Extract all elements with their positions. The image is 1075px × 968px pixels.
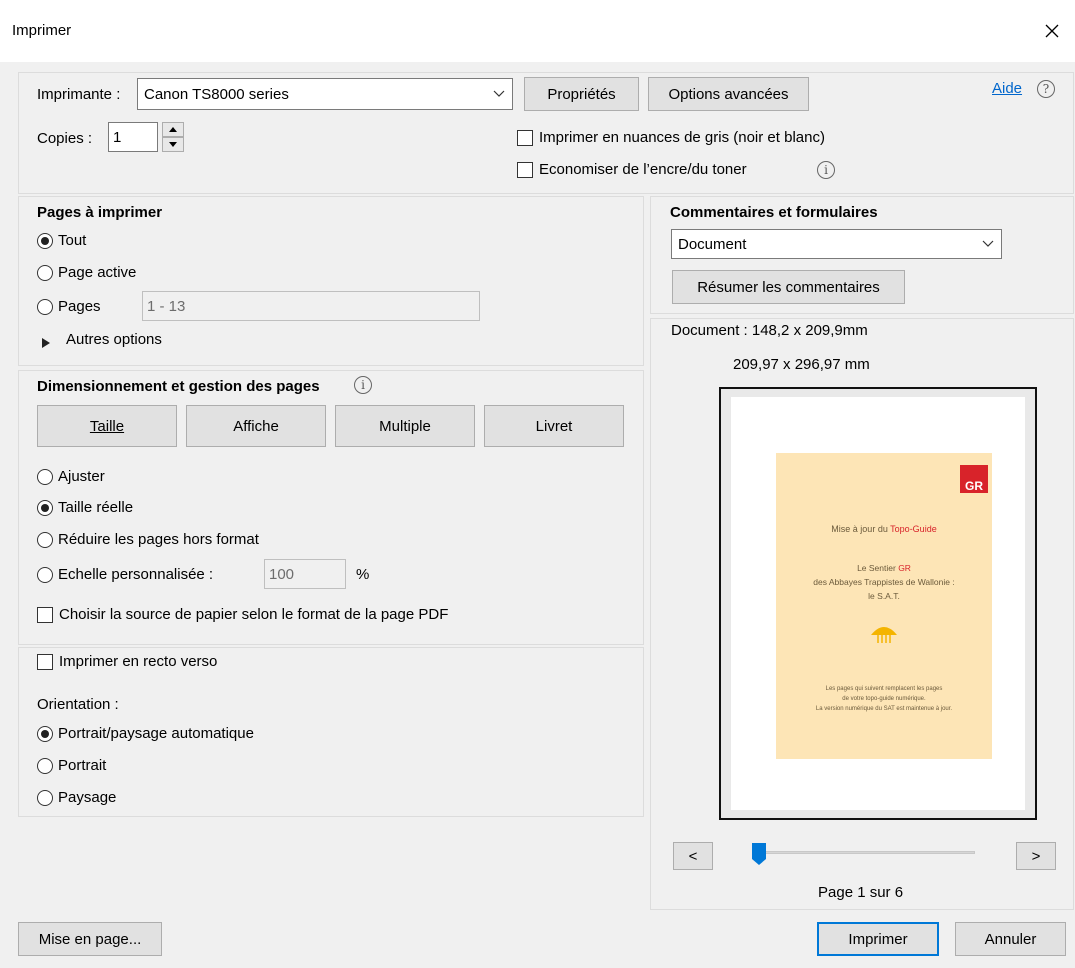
chevron-down-icon — [975, 230, 1001, 258]
orientation-auto-radio[interactable] — [37, 726, 53, 742]
preview-page-content: GR Mise à jour du Topo-Guide Le Sentier … — [776, 453, 992, 759]
arrow-down-icon — [169, 142, 177, 147]
advanced-options-button[interactable]: Options avancées — [648, 77, 809, 111]
orientation-landscape-radio[interactable] — [37, 790, 53, 806]
paper-source-label: Choisir la source de papier selon le for… — [59, 606, 449, 623]
size-tab-button[interactable]: Taille — [37, 405, 177, 447]
pages-current-radio[interactable] — [37, 265, 53, 281]
poster-tab-button[interactable]: Affiche — [186, 405, 326, 447]
preview-footer2: de votre topo-guide numérique. — [842, 696, 926, 702]
copies-label: Copies : — [37, 130, 93, 147]
orientation-auto-label: Portrait/paysage automatique — [58, 725, 254, 742]
pages-range-radio[interactable] — [37, 299, 53, 315]
page-setup-button[interactable]: Mise en page... — [18, 922, 162, 956]
actual-size-label: Taille réelle — [58, 499, 134, 516]
pages-range-value: 1 - 13 — [147, 297, 186, 315]
sun-emblem-icon — [869, 621, 899, 645]
printer-label: Imprimante : — [37, 86, 121, 103]
save-ink-label: Economiser de l’encre/du toner — [539, 161, 747, 178]
preview-page: GR Mise à jour du Topo-Guide Le Sentier … — [731, 397, 1025, 810]
copies-down-button[interactable] — [162, 137, 184, 152]
summarize-comments-button[interactable]: Résumer les commentaires — [672, 270, 905, 304]
orientation-label: Orientation : — [37, 696, 119, 713]
preview-footer1: Les pages qui suivent remplacent les pag… — [825, 686, 943, 692]
expand-triangle-icon[interactable] — [42, 335, 50, 352]
print-preview: GR Mise à jour du Topo-Guide Le Sentier … — [719, 387, 1037, 820]
grayscale-checkbox[interactable] — [517, 130, 533, 146]
next-page-button[interactable]: > — [1016, 842, 1056, 870]
printer-select-value: Canon TS8000 series — [144, 85, 289, 103]
properties-button[interactable]: Propriétés — [524, 77, 639, 111]
preview-line4: le S.A.T. — [868, 591, 900, 601]
pages-range-input[interactable]: 1 - 13 — [142, 291, 480, 321]
shrink-radio[interactable] — [37, 532, 53, 548]
cancel-button[interactable]: Annuler — [955, 922, 1066, 956]
save-ink-checkbox[interactable] — [517, 162, 533, 178]
orientation-portrait-radio[interactable] — [37, 758, 53, 774]
copies-value: 1 — [113, 128, 122, 146]
scale-value: 100 — [269, 565, 295, 583]
more-options-toggle[interactable]: Autres options — [66, 331, 162, 348]
pages-heading: Pages à imprimer — [37, 204, 163, 221]
page-slider-thumb[interactable] — [751, 842, 767, 866]
chevron-down-icon — [486, 79, 512, 109]
print-button[interactable]: Imprimer — [817, 922, 939, 956]
info-icon[interactable]: i — [817, 161, 835, 179]
preview-line1: Mise à jour du Topo-Guide — [831, 524, 937, 534]
custom-scale-label: Echelle personnalisée : — [58, 566, 214, 583]
sizing-info-icon[interactable]: i — [354, 376, 372, 394]
help-icon[interactable]: ? — [1037, 80, 1055, 98]
title-bar: Imprimer — [0, 0, 1075, 62]
grayscale-label: Imprimer en nuances de gris (noir et bla… — [539, 129, 825, 146]
fit-radio[interactable] — [37, 469, 53, 485]
sizing-heading: Dimensionnement et gestion des pages — [37, 378, 320, 395]
copies-input[interactable]: 1 — [108, 122, 158, 152]
prev-page-button[interactable]: < — [673, 842, 713, 870]
preview-line3: des Abbayes Trappistes de Wallonie : — [813, 577, 955, 587]
pages-current-label: Page active — [58, 264, 137, 281]
custom-scale-radio[interactable] — [37, 567, 53, 583]
page-indicator: Page 1 sur 6 — [818, 884, 904, 901]
paper-source-checkbox[interactable] — [37, 607, 53, 623]
close-icon — [1045, 24, 1059, 38]
comments-select-value: Document — [678, 235, 747, 253]
page-slider-track[interactable] — [753, 851, 975, 854]
close-button[interactable] — [1029, 8, 1075, 54]
pages-all-label: Tout — [58, 232, 87, 249]
printer-select[interactable]: Canon TS8000 series — [137, 78, 513, 110]
percent-label: % — [356, 566, 370, 583]
preview-footer3: La version numérique du SAT est maintenu… — [815, 706, 953, 712]
multiple-tab-button[interactable]: Multiple — [335, 405, 475, 447]
copies-up-button[interactable] — [162, 122, 184, 137]
duplex-checkbox[interactable] — [37, 654, 53, 670]
pages-range-label: Pages — [58, 298, 101, 315]
paper-size-label: 209,97 x 296,97 mm — [733, 356, 870, 373]
fit-label: Ajuster — [58, 468, 105, 485]
orientation-portrait-label: Portrait — [58, 757, 107, 774]
scale-input[interactable]: 100 — [264, 559, 346, 589]
orientation-landscape-label: Paysage — [58, 789, 117, 806]
comments-heading: Commentaires et formulaires — [670, 204, 878, 221]
preview-line2: Le Sentier GR — [857, 563, 911, 573]
shrink-label: Réduire les pages hors format — [58, 531, 259, 548]
help-link[interactable]: Aide — [992, 80, 1022, 97]
arrow-up-icon — [169, 127, 177, 132]
gr-logo: GR — [960, 465, 988, 493]
document-size-label: Document : 148,2 x 209,9mm — [671, 322, 868, 339]
window-title: Imprimer — [12, 22, 72, 39]
comments-select[interactable]: Document — [671, 229, 1002, 259]
duplex-label: Imprimer en recto verso — [59, 653, 218, 670]
pages-all-radio[interactable] — [37, 233, 53, 249]
actual-size-radio[interactable] — [37, 500, 53, 516]
booklet-tab-button[interactable]: Livret — [484, 405, 624, 447]
